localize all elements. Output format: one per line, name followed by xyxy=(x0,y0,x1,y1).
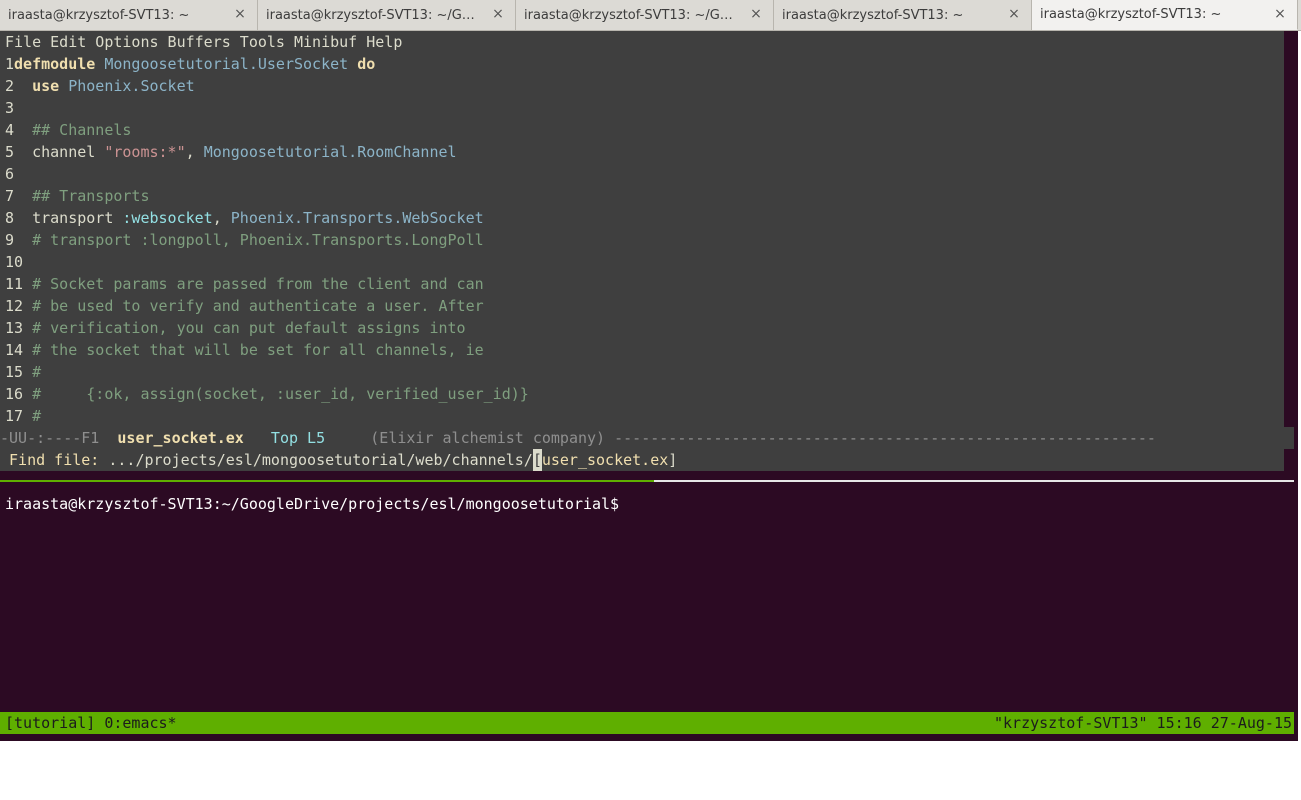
tmux-status-bar: [tutorial] 0:emacs* "krzysztof-SVT13" 15… xyxy=(0,712,1294,734)
close-icon[interactable]: × xyxy=(491,7,505,21)
code-line[interactable]: 12 # be used to verify and authenticate … xyxy=(5,295,484,317)
line-number: 10 xyxy=(5,253,24,271)
line-number: 8 xyxy=(5,209,15,227)
line-number: 3 xyxy=(5,99,15,117)
minibuffer-path-input[interactable]: .../projects/esl/mongoosetutorial/web/ch… xyxy=(108,451,532,469)
tmux-host-clock: "krzysztof-SVT13" 15:16 27-Aug-15 xyxy=(993,714,1292,732)
line-number: 14 xyxy=(5,341,24,359)
code-line[interactable]: 6 xyxy=(5,163,14,185)
module-name: Phoenix.Transports.WebSocket xyxy=(230,209,484,227)
code-line[interactable]: 7 ## Transports xyxy=(5,185,150,207)
tab-3[interactable]: iraasta@krzysztof-SVT13: ~/G… × xyxy=(516,0,774,30)
line-number: 13 xyxy=(5,319,24,337)
close-icon[interactable]: × xyxy=(233,7,247,21)
module-name: Mongoosetutorial.RoomChannel xyxy=(203,143,457,161)
close-icon[interactable]: × xyxy=(749,7,763,21)
code-line[interactable]: 4 ## Channels xyxy=(5,119,131,141)
shell-prompt[interactable]: iraasta@krzysztof-SVT13:~/GoogleDrive/pr… xyxy=(5,493,619,515)
line-number: 9 xyxy=(5,231,15,249)
keyword: do xyxy=(357,55,376,73)
comment: # be used to verify and authenticate a u… xyxy=(32,297,484,315)
tab-2[interactable]: iraasta@krzysztof-SVT13: ~/G… × xyxy=(258,0,516,30)
tab-label: iraasta@krzysztof-SVT13: ~ xyxy=(8,7,190,23)
code-line[interactable]: 15 # xyxy=(5,361,41,383)
code-line[interactable]: 8 transport :websocket, Phoenix.Transpor… xyxy=(5,207,484,229)
comment: # verification, you can put default assi… xyxy=(32,319,466,337)
line-number: 5 xyxy=(5,143,15,161)
line-number: 2 xyxy=(5,77,15,95)
code-line[interactable]: 16 # {:ok, assign(socket, :user_id, veri… xyxy=(5,383,529,405)
tab-label: iraasta@krzysztof-SVT13: ~/G… xyxy=(524,7,733,23)
tab-label: iraasta@krzysztof-SVT13: ~ xyxy=(782,7,964,23)
comment: # xyxy=(32,363,42,381)
line-number: 7 xyxy=(5,187,15,205)
minibuffer-prompt: Find file: xyxy=(9,451,109,469)
line-number: 4 xyxy=(5,121,15,139)
terminal-window[interactable]: File Edit Options Buffers Tools Minibuf … xyxy=(0,31,1298,741)
buffer-name: user_socket.ex xyxy=(117,429,244,447)
pane-divider-active[interactable] xyxy=(0,480,654,482)
code-line[interactable]: 14 # the socket that will be set for all… xyxy=(5,339,484,361)
emacs-menubar[interactable]: File Edit Options Buffers Tools Minibuf … xyxy=(5,31,402,53)
completion-suggestion[interactable]: user_socket.ex xyxy=(542,451,668,469)
comment: ## Channels xyxy=(32,121,132,139)
buffer-position: Top L5 xyxy=(243,429,371,447)
comment: # xyxy=(32,407,42,425)
code-line[interactable]: 3 xyxy=(5,97,14,119)
pane-divider[interactable] xyxy=(654,480,1294,482)
comment: # {:ok, assign(socket, :user_id, verifie… xyxy=(32,385,529,403)
code-line[interactable]: 17 # xyxy=(5,405,41,427)
code-line[interactable]: 5 channel "rooms:*", Mongoosetutorial.Ro… xyxy=(5,141,457,163)
tab-4[interactable]: iraasta@krzysztof-SVT13: ~ × xyxy=(774,0,1032,30)
line-number: 12 xyxy=(5,297,24,315)
completion-bracket: ] xyxy=(668,451,678,469)
comment: # transport :longpoll, Phoenix.Transport… xyxy=(32,231,484,249)
keyword: use xyxy=(32,77,60,95)
module-name: Phoenix.Socket xyxy=(59,77,195,95)
text-cursor: [ xyxy=(532,449,542,471)
tab-5-active[interactable]: iraasta@krzysztof-SVT13: ~ × xyxy=(1032,0,1298,30)
module-name: Mongoosetutorial.UserSocket xyxy=(95,55,358,73)
tab-label: iraasta@krzysztof-SVT13: ~/G… xyxy=(266,7,475,23)
close-icon[interactable]: × xyxy=(1273,7,1287,21)
code-text: transport xyxy=(32,209,123,227)
emacs-mode-line[interactable]: -UU-:----F1 user_socket.ex Top L5 (Elixi… xyxy=(0,427,1294,449)
major-minor-modes: (Elixir alchemist company) -------------… xyxy=(370,429,1156,447)
mode-line-status: -UU-:----F1 xyxy=(0,429,118,447)
code-text: , xyxy=(212,209,231,227)
close-icon[interactable]: × xyxy=(1007,7,1021,21)
code-line[interactable]: 2 use Phoenix.Socket xyxy=(5,75,195,97)
line-number: 1 xyxy=(5,55,15,73)
code-text: , xyxy=(185,143,204,161)
keyword: defmodule xyxy=(14,55,96,73)
code-line[interactable]: 9 # transport :longpoll, Phoenix.Transpo… xyxy=(5,229,484,251)
tab-1[interactable]: iraasta@krzysztof-SVT13: ~ × xyxy=(0,0,258,30)
code-line[interactable]: 13 # verification, you can put default a… xyxy=(5,317,466,339)
string-literal: "rooms:*" xyxy=(104,143,186,161)
line-number: 15 xyxy=(5,363,24,381)
code-line[interactable]: 10 xyxy=(5,251,23,273)
tmux-session-window[interactable]: [tutorial] 0:emacs* xyxy=(5,712,177,734)
line-number: 17 xyxy=(5,407,24,425)
emacs-frame[interactable]: File Edit Options Buffers Tools Minibuf … xyxy=(0,31,1284,471)
code-text: channel xyxy=(32,143,105,161)
comment: ## Transports xyxy=(32,187,150,205)
line-number: 11 xyxy=(5,275,24,293)
code-line[interactable]: 11 # Socket params are passed from the c… xyxy=(5,273,484,295)
line-number: 16 xyxy=(5,385,24,403)
emacs-minibuffer[interactable]: Find file: .../projects/esl/mongoosetuto… xyxy=(0,449,1284,471)
atom-literal: :websocket xyxy=(122,209,213,227)
comment: # the socket that will be set for all ch… xyxy=(32,341,484,359)
comment: # Socket params are passed from the clie… xyxy=(32,275,484,293)
terminal-tab-bar: iraasta@krzysztof-SVT13: ~ × iraasta@krz… xyxy=(0,0,1301,31)
line-number: 6 xyxy=(5,165,15,183)
tab-label: iraasta@krzysztof-SVT13: ~ xyxy=(1040,7,1222,22)
code-line[interactable]: 1defmodule Mongoosetutorial.UserSocket d… xyxy=(5,53,375,75)
